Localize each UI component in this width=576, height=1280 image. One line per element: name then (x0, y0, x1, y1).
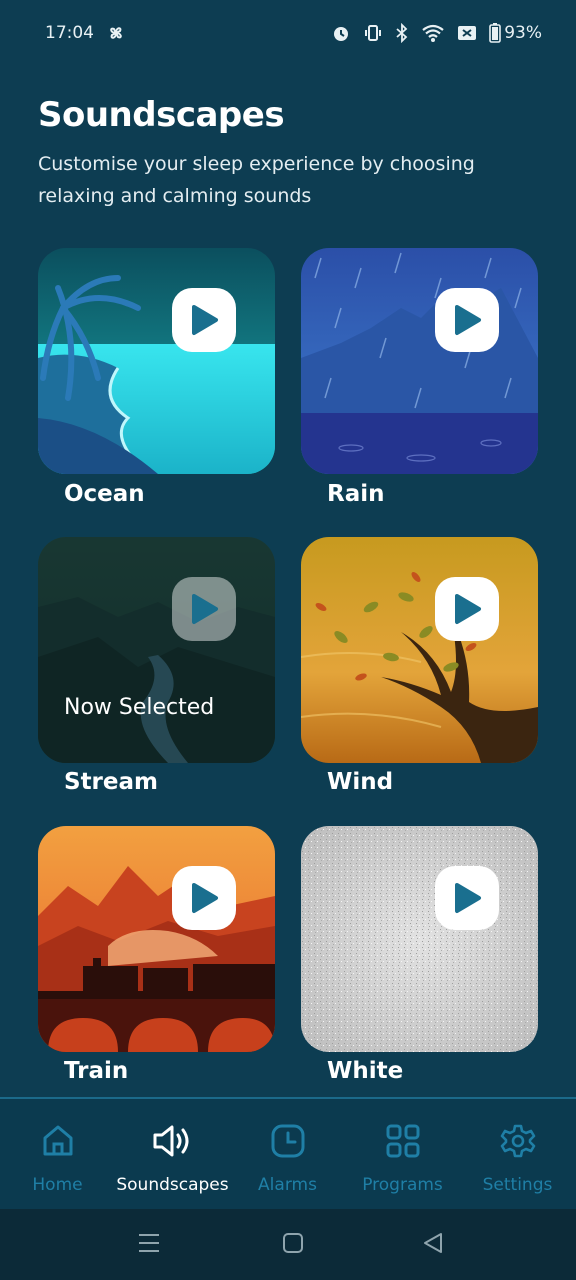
page-title: Soundscapes (38, 95, 285, 135)
bottom-nav: Home Soundscapes Alarms Programs Setting… (0, 1099, 576, 1209)
vibrate-icon (363, 23, 383, 43)
home-icon (40, 1123, 76, 1159)
nav-label: Soundscapes (116, 1175, 229, 1195)
grid-icon (385, 1123, 421, 1159)
soundscape-label: Wind (327, 769, 394, 795)
nav-item-home[interactable]: Home (0, 1099, 115, 1209)
nav-label: Settings (482, 1175, 553, 1195)
page-subtitle: Customise your sleep experience by choos… (38, 153, 475, 207)
play-icon (455, 305, 481, 335)
soundscape-card-wind[interactable] (301, 537, 538, 763)
clock-icon (270, 1123, 306, 1159)
speaker-icon (151, 1123, 195, 1159)
now-selected-label: Now Selected (64, 695, 215, 720)
gear-icon (500, 1123, 536, 1159)
soundscape-card-stream[interactable]: Now Selected (38, 537, 275, 763)
data-off-icon (457, 23, 477, 43)
nav-item-settings[interactable]: Settings (460, 1099, 575, 1209)
white-noise-artwork (301, 826, 538, 1052)
bluetooth-icon (395, 23, 409, 43)
nav-label: Programs (362, 1175, 443, 1195)
play-button[interactable] (172, 577, 236, 641)
home-square-icon[interactable] (281, 1231, 305, 1259)
nav-item-soundscapes[interactable]: Soundscapes (115, 1099, 230, 1209)
play-button[interactable] (172, 866, 236, 930)
play-icon (192, 594, 218, 624)
status-bar: 17:04 93% (0, 0, 576, 66)
ocean-artwork (38, 248, 275, 474)
soundscape-card-ocean[interactable] (38, 248, 275, 474)
play-button[interactable] (435, 288, 499, 352)
pinwheel-icon (106, 23, 126, 43)
back-icon[interactable] (421, 1231, 445, 1259)
nav-label: Home (32, 1175, 83, 1195)
rain-artwork (301, 248, 538, 474)
alarm-icon (331, 23, 351, 43)
soundscape-card-rain[interactable] (301, 248, 538, 474)
play-icon (192, 883, 218, 913)
soundscape-card-train[interactable] (38, 826, 275, 1052)
status-time: 17:04 (45, 23, 94, 43)
soundscape-label: Rain (327, 481, 385, 507)
wifi-icon (421, 23, 445, 43)
wind-artwork (301, 537, 538, 763)
system-nav-bar (0, 1209, 576, 1280)
play-icon (192, 305, 218, 335)
soundscape-label: Stream (64, 769, 158, 795)
play-button[interactable] (435, 577, 499, 641)
selected-overlay (38, 537, 275, 763)
soundscape-card-white[interactable] (301, 826, 538, 1052)
nav-item-alarms[interactable]: Alarms (230, 1099, 345, 1209)
train-artwork (38, 826, 275, 1052)
menu-icon[interactable] (137, 1231, 161, 1259)
play-icon (455, 594, 481, 624)
play-icon (455, 883, 481, 913)
play-button[interactable] (435, 866, 499, 930)
play-button[interactable] (172, 288, 236, 352)
nav-item-programs[interactable]: Programs (345, 1099, 460, 1209)
nav-label: Alarms (258, 1175, 317, 1195)
battery-icon (489, 23, 502, 43)
soundscape-label: Ocean (64, 481, 145, 507)
soundscape-label: White (327, 1058, 404, 1084)
soundscape-label: Train (64, 1058, 129, 1084)
battery-percent: 93% (504, 23, 542, 43)
